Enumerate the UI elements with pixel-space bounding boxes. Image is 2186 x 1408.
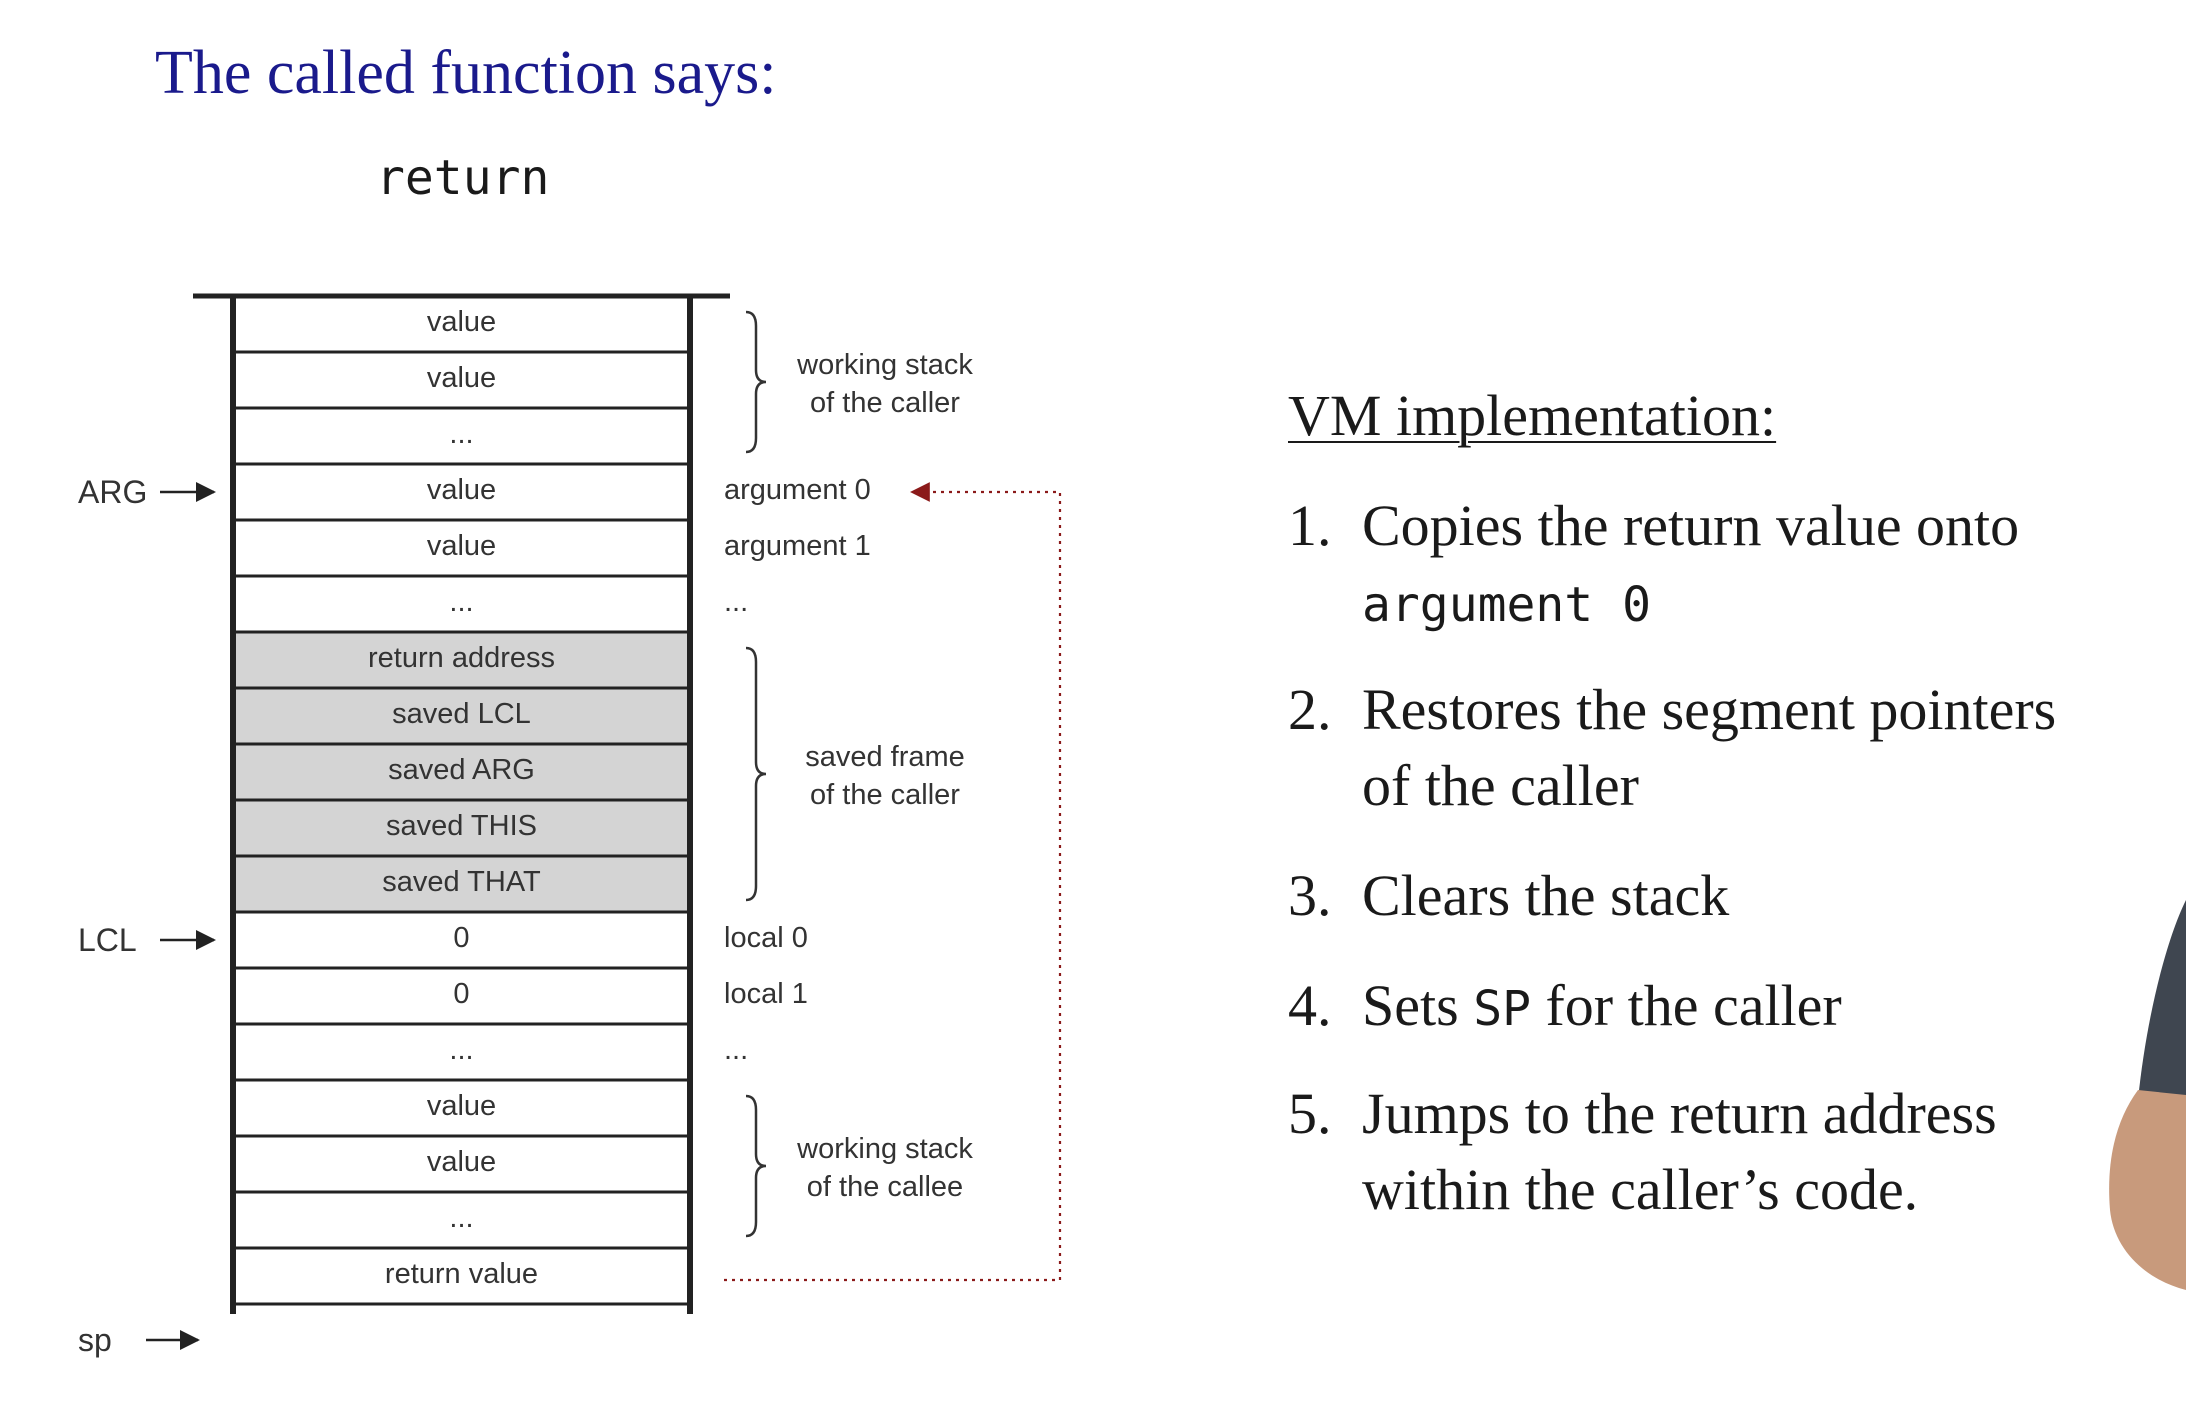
- step-code: SP: [1473, 981, 1531, 1037]
- stack-cell-label: value: [427, 362, 496, 394]
- pointer-label: LCL: [78, 922, 137, 958]
- brace-group-label: saved frame: [805, 741, 965, 773]
- row-label: local 0: [724, 922, 808, 954]
- step-number: 1.: [1288, 493, 1332, 558]
- stack-cell-label: value: [427, 1090, 496, 1122]
- stack-cells: value value... value value... return address…: [231, 294, 692, 1306]
- stack-cell-label: ...: [449, 418, 473, 450]
- step-text: Jumps to the return address: [1362, 1081, 1997, 1146]
- step-4: 4. Sets SP for the caller: [1288, 968, 1842, 1047]
- stack-cell-label: value: [427, 1146, 496, 1178]
- stack-cell-label: value: [427, 530, 496, 562]
- stack-cell-label: return value: [385, 1258, 538, 1290]
- brace-group-label: of the callee: [807, 1171, 963, 1203]
- presenter-image: [2109, 900, 2186, 1290]
- step-number: 2.: [1288, 677, 1332, 742]
- row-label: argument 0: [724, 474, 871, 506]
- brace-group-label: working stack: [796, 349, 973, 381]
- step-text: Restores the segment pointers: [1362, 677, 2057, 742]
- brace-groups: working stack of the caller saved frame of …: [745, 310, 973, 1238]
- stack-cell-label: return address: [368, 642, 555, 674]
- stack-cell-label: 0: [453, 978, 469, 1010]
- step-2: 2. Restores the segment pointers of the c…: [1288, 672, 2056, 824]
- stack-cell-label: 0: [453, 922, 469, 954]
- brace: [745, 646, 767, 902]
- stack-cell-label: value: [427, 474, 496, 506]
- stack-cell-label: saved THIS: [386, 810, 537, 842]
- stack-cell-label: ...: [449, 586, 473, 618]
- pointer-label: sp: [78, 1322, 112, 1358]
- vm-implementation-heading: VM implementation:: [1288, 383, 1777, 448]
- brace-group-label: working stack: [796, 1133, 973, 1165]
- stack-cell-label: ...: [449, 1034, 473, 1066]
- pointer-arrows: ARG LCL sp: [78, 474, 216, 1358]
- step-number: 4.: [1288, 973, 1332, 1038]
- brace-group-label: of the caller: [810, 387, 960, 419]
- step-3: 3. Clears the stack: [1288, 858, 1729, 934]
- stack-diagram: value value... value value... return address…: [78, 293, 1062, 1358]
- step-code: argument 0: [1362, 577, 1651, 633]
- step-text-continued: of the caller: [1362, 753, 1639, 818]
- row-label: argument 1: [724, 530, 871, 562]
- stack-cell-label: value: [427, 306, 496, 338]
- brace: [745, 1094, 767, 1238]
- stack-cell-label: saved ARG: [388, 754, 535, 786]
- stack-cell-label: saved THAT: [382, 866, 541, 898]
- step-number: 5.: [1288, 1081, 1332, 1146]
- step-text: Sets: [1362, 973, 1474, 1038]
- brace: [745, 310, 767, 454]
- step-1: 1. Copies the return value onto argument …: [1288, 488, 2019, 643]
- row-label: ...: [724, 1034, 748, 1066]
- step-text: Copies the return value onto: [1362, 493, 2020, 558]
- step-5: 5. Jumps to the return address within the…: [1288, 1076, 1997, 1228]
- step-number: 3.: [1288, 863, 1332, 928]
- step-text: for the caller: [1530, 973, 1842, 1038]
- brace-group-label: of the caller: [810, 779, 960, 811]
- row-label: ...: [724, 586, 748, 618]
- step-text-continued: within the caller’s code.: [1362, 1157, 1919, 1222]
- stack-cell-label: ...: [449, 1202, 473, 1234]
- row-label: local 1: [724, 978, 808, 1010]
- pointer-label: ARG: [78, 474, 147, 510]
- stack-cell-label: saved LCL: [392, 698, 531, 730]
- step-text: Clears the stack: [1362, 863, 1730, 928]
